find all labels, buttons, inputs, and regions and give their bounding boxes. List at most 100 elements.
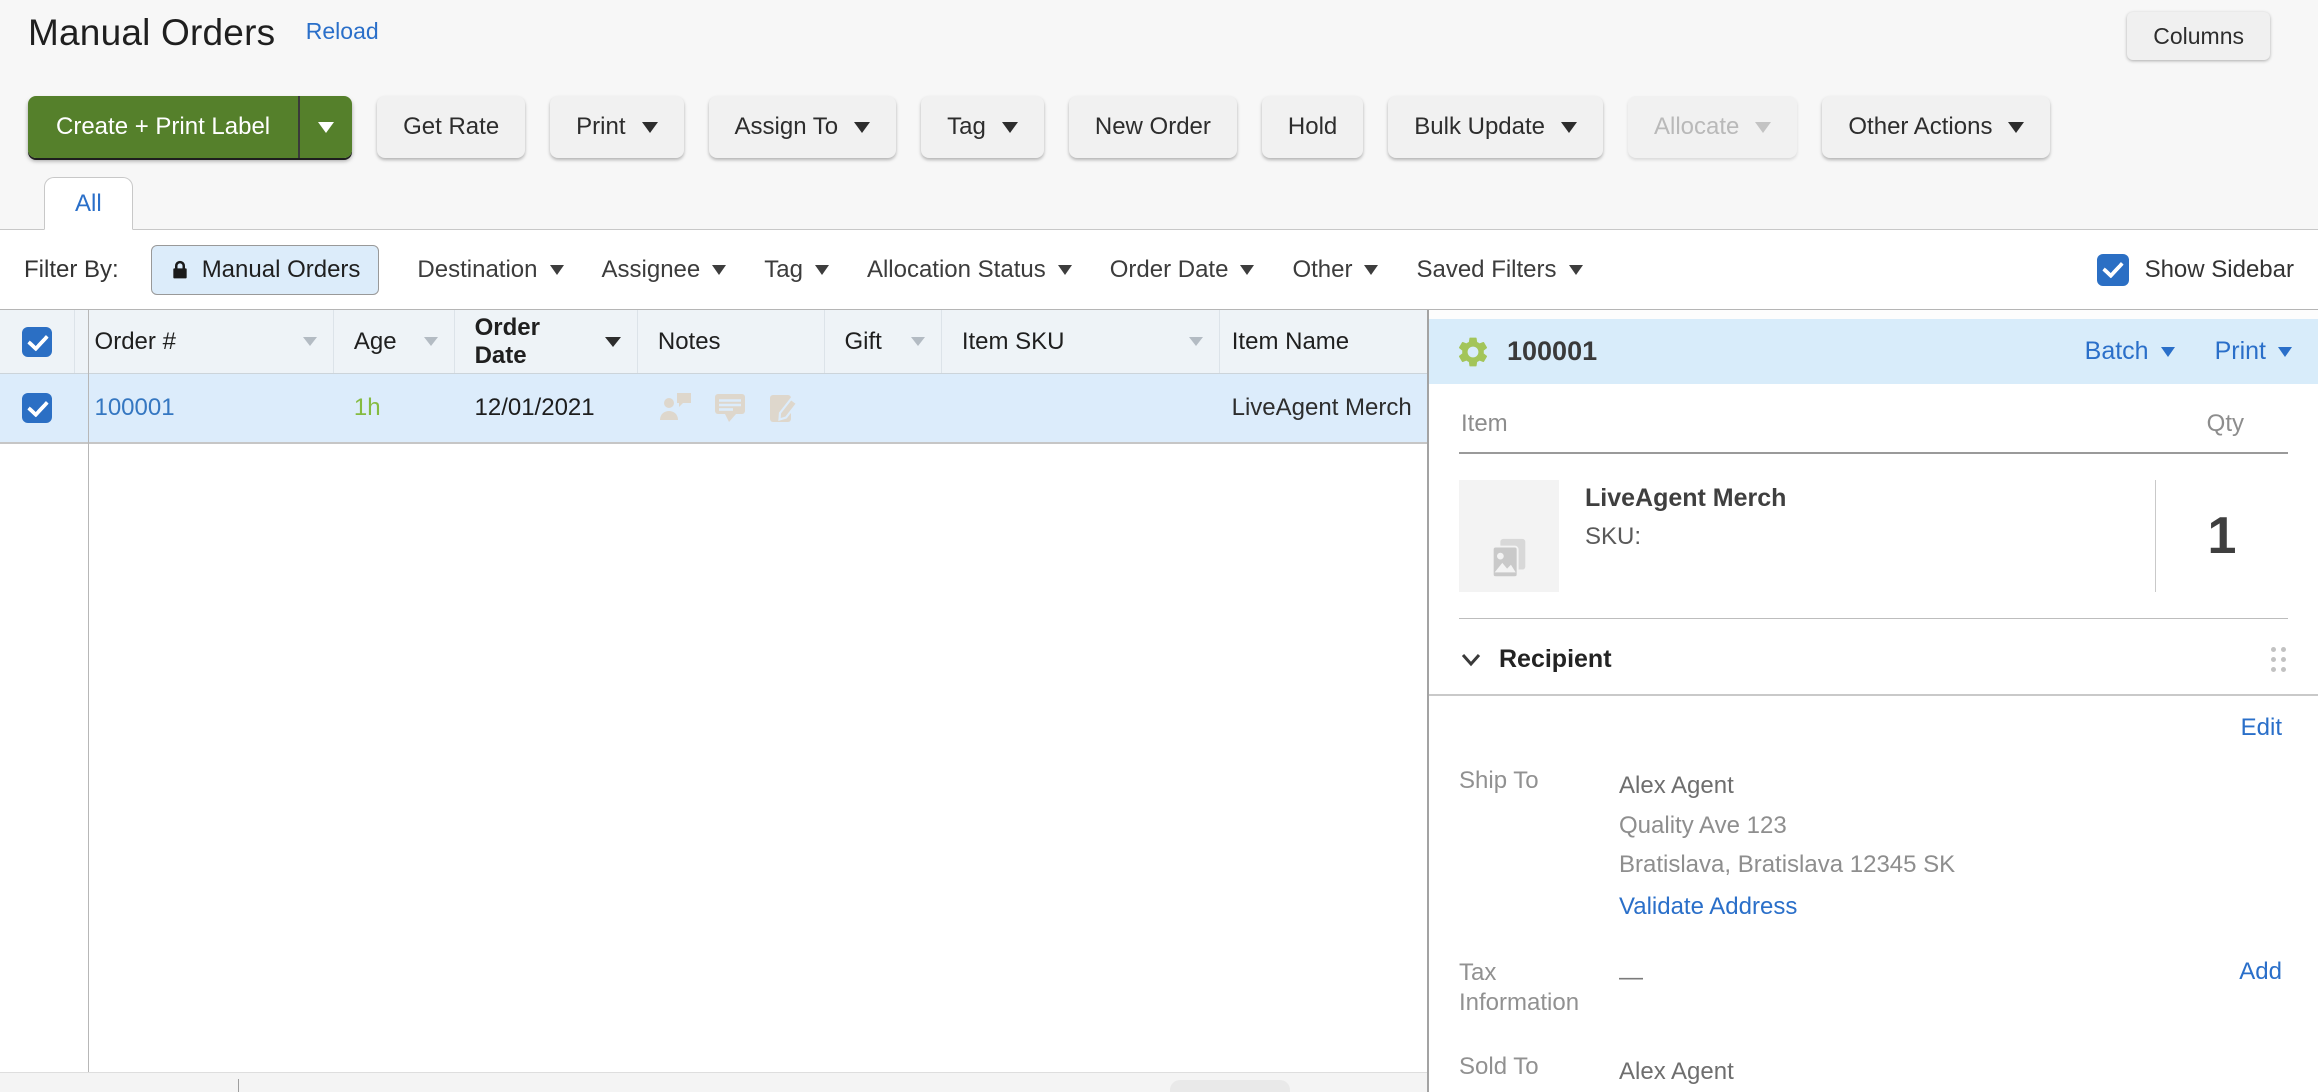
filter-destination[interactable]: Destination — [417, 256, 563, 284]
item-sku-cell — [942, 374, 1220, 442]
select-all-cell — [0, 310, 75, 373]
get-rate-button[interactable]: Get Rate — [377, 96, 525, 158]
column-filter-icon[interactable] — [1189, 337, 1203, 346]
caret-down-icon — [712, 265, 726, 275]
item-column-label: Item — [1461, 410, 1508, 438]
footer-button[interactable] — [1170, 1080, 1290, 1092]
sold-to-value: Alex Agent — [1619, 1052, 1734, 1092]
order-row-100001[interactable]: 100001 1h 12/01/2021 LiveAgent Merch — [0, 374, 1427, 444]
image-icon — [1486, 536, 1532, 582]
caret-down-icon — [2008, 122, 2024, 133]
caret-down-icon — [815, 265, 829, 275]
column-filter-icon[interactable] — [424, 337, 438, 346]
gear-icon[interactable] — [1455, 334, 1491, 370]
columns-button[interactable]: Columns — [2127, 12, 2270, 60]
tax-information-value: — — [1619, 958, 1643, 998]
ship-to-address-line1: Quality Ave 123 — [1619, 806, 1955, 846]
other-actions-button[interactable]: Other Actions — [1822, 96, 2050, 158]
customer-note-icon[interactable] — [658, 390, 694, 426]
product-row: LiveAgent Merch SKU: 1 — [1459, 454, 2288, 619]
order-number-link[interactable]: 100001 — [94, 394, 174, 422]
column-header-notes[interactable]: Notes — [638, 310, 825, 373]
page-title: Manual Orders — [28, 12, 275, 54]
internal-note-icon[interactable] — [712, 390, 748, 426]
filter-saved-filters[interactable]: Saved Filters — [1416, 256, 1582, 284]
sold-to-row: Sold To Alex Agent — [1459, 1052, 2288, 1092]
footer-divider — [238, 1079, 239, 1092]
table-footer — [0, 1072, 1427, 1092]
tab-all[interactable]: All — [44, 177, 133, 230]
filter-order-date[interactable]: Order Date — [1110, 256, 1255, 284]
print-dropdown[interactable]: Print — [2215, 337, 2292, 366]
show-sidebar-checkbox[interactable] — [2097, 254, 2129, 286]
filter-bar: Filter By: Manual Orders Destination Ass… — [0, 230, 2318, 310]
edit-recipient-link[interactable]: Edit — [2241, 714, 2282, 742]
caret-down-icon — [854, 122, 870, 133]
main-content: Order # Age Order Date Notes Gift Item S… — [0, 310, 2318, 1092]
tag-button[interactable]: Tag — [921, 96, 1044, 158]
print-button[interactable]: Print — [550, 96, 683, 158]
add-tax-link[interactable]: Add — [2239, 958, 2288, 986]
row-select-cell — [0, 374, 74, 442]
filter-by-label: Filter By: — [24, 256, 119, 284]
column-header-order-date[interactable]: Order Date — [455, 310, 638, 373]
create-print-label-main[interactable]: Create + Print Label — [28, 96, 298, 158]
edit-note-icon[interactable] — [766, 390, 802, 426]
show-sidebar-label: Show Sidebar — [2145, 256, 2294, 284]
tax-information-label: Tax Information — [1459, 958, 1619, 1018]
toolbar: Create + Print Label Get Rate Print Assi… — [0, 88, 2318, 166]
sort-desc-icon — [605, 337, 621, 347]
caret-down-icon — [1569, 265, 1583, 275]
product-name: LiveAgent Merch — [1585, 484, 1786, 513]
caret-down-icon — [1561, 122, 1577, 133]
filter-assignee[interactable]: Assignee — [602, 256, 727, 284]
validate-address-link[interactable]: Validate Address — [1619, 887, 1955, 927]
caret-down-icon — [550, 265, 564, 275]
filter-allocation-status[interactable]: Allocation Status — [867, 256, 1072, 284]
column-header-item-name[interactable]: Item Name — [1220, 310, 1427, 373]
ship-to-row: Ship To Alex Agent Quality Ave 123 Brati… — [1459, 766, 2288, 926]
order-date: 12/01/2021 — [475, 394, 595, 422]
sidebar-order-number: 100001 — [1507, 336, 1597, 367]
column-header-age[interactable]: Age — [334, 310, 455, 373]
ship-to-label: Ship To — [1459, 766, 1619, 796]
allocate-button[interactable]: Allocate — [1628, 96, 1797, 158]
recipient-divider — [1429, 694, 2318, 696]
lock-icon — [170, 259, 190, 281]
page-header: Manual Orders Reload Columns — [0, 0, 2318, 88]
row-checkbox[interactable] — [22, 393, 52, 423]
drag-handle-icon[interactable] — [2271, 647, 2286, 672]
column-header-order-number[interactable]: Order # — [75, 310, 334, 373]
create-print-label-button[interactable]: Create + Print Label — [28, 96, 352, 158]
caret-down-icon — [2161, 347, 2175, 357]
table-header-row: Order # Age Order Date Notes Gift Item S… — [0, 310, 1427, 374]
order-age: 1h — [354, 394, 381, 422]
caret-down-icon — [1364, 265, 1378, 275]
locked-filter-chip[interactable]: Manual Orders — [151, 245, 380, 295]
filter-tag[interactable]: Tag — [764, 256, 829, 284]
ship-to-name: Alex Agent — [1619, 766, 1955, 806]
ship-to-address-line2: Bratislava, Bratislava 12345 SK — [1619, 845, 1955, 885]
reload-link[interactable]: Reload — [306, 18, 379, 44]
caret-down-icon — [642, 122, 658, 133]
select-all-checkbox[interactable] — [22, 327, 52, 357]
qty-column-label: Qty — [2207, 410, 2286, 438]
gift-cell — [824, 374, 941, 442]
batch-dropdown[interactable]: Batch — [2085, 337, 2175, 366]
caret-down-icon — [318, 122, 334, 133]
tax-information-row: Tax Information — Add — [1459, 958, 2288, 1018]
column-header-gift[interactable]: Gift — [825, 310, 942, 373]
assign-to-button[interactable]: Assign To — [709, 96, 897, 158]
create-print-label-dropdown[interactable] — [298, 96, 352, 158]
product-qty: 1 — [2208, 506, 2237, 566]
column-header-item-sku[interactable]: Item SKU — [942, 310, 1220, 373]
new-order-button[interactable]: New Order — [1069, 96, 1237, 158]
hold-button[interactable]: Hold — [1262, 96, 1363, 158]
caret-down-icon — [1002, 122, 1018, 133]
checkbox-column-divider — [88, 310, 89, 1072]
bulk-update-button[interactable]: Bulk Update — [1388, 96, 1603, 158]
filter-other[interactable]: Other — [1292, 256, 1378, 284]
column-filter-icon[interactable] — [303, 337, 317, 346]
chevron-down-icon[interactable] — [1461, 653, 1481, 667]
column-filter-icon[interactable] — [911, 337, 925, 346]
